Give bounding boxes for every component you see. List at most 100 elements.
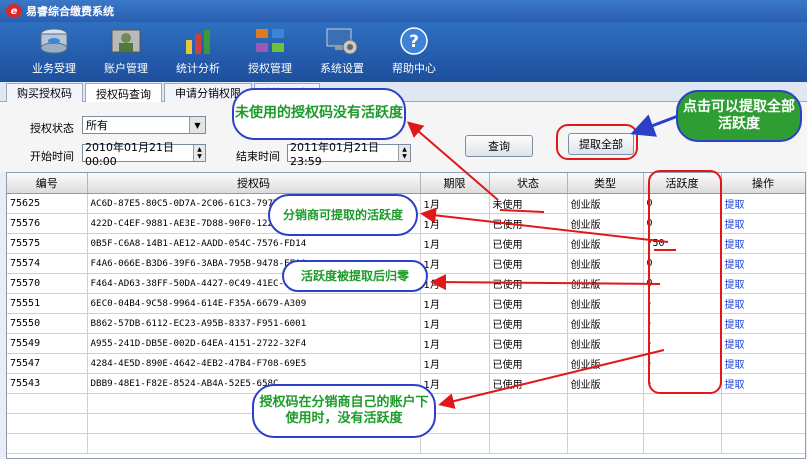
- cell-code: A955-241D-DB5E-002D-64EA-4151-2722-32F4: [87, 333, 421, 354]
- cell-type: 创业版: [567, 313, 644, 334]
- cell-action[interactable]: 提取: [721, 193, 805, 214]
- cell-id: 75547: [7, 353, 88, 374]
- annotation-reset: 活跃度被提取后归零: [282, 260, 428, 292]
- empty-cell: [721, 393, 805, 414]
- cell-term: 1月: [420, 193, 490, 214]
- empty-cell: [643, 433, 722, 454]
- toolbar-statistics-button[interactable]: 统计分析: [162, 22, 234, 82]
- cell-term: 1月: [420, 233, 490, 254]
- cell-code: 6EC0-04B4-9C58-9964-614E-F35A-6679-A309: [87, 293, 421, 314]
- end-time-value: 2011年01月21日 23:59: [290, 140, 379, 168]
- query-button[interactable]: 查询: [465, 135, 533, 157]
- toolbar-settings-button[interactable]: 系统设置: [306, 22, 378, 82]
- cell-code: 0B5F-C6A8-14B1-AE12-AADD-054C-7576-FD14: [87, 233, 421, 254]
- cell-action[interactable]: 提取: [721, 233, 805, 254]
- toolbar-business-button[interactable]: 业务受理: [18, 22, 90, 82]
- status-label: 授权状态: [30, 122, 74, 135]
- cell-id: 75575: [7, 233, 88, 254]
- cell-term: 1月: [420, 273, 490, 294]
- cell-id: 75625: [7, 193, 88, 214]
- activity-column-highlight: [648, 170, 722, 394]
- cell-status: 已使用: [489, 233, 568, 254]
- cell-id: 75574: [7, 253, 88, 274]
- cell-action[interactable]: 提取: [721, 273, 805, 294]
- empty-cell: [643, 413, 722, 434]
- toolbar-label: 业务受理: [32, 62, 76, 75]
- cell-type: 创业版: [567, 373, 644, 394]
- app-logo-icon: e: [6, 4, 22, 18]
- cell-term: 1月: [420, 373, 490, 394]
- spinner-icon[interactable]: ▲ ▼: [193, 145, 205, 161]
- status-select[interactable]: 所有 ▼: [82, 116, 206, 134]
- cell-status: 已使用: [489, 213, 568, 234]
- empty-cell: [567, 433, 644, 454]
- cell-term: 1月: [420, 313, 490, 334]
- user-account-icon: [111, 29, 141, 53]
- cell-status: 已使用: [489, 333, 568, 354]
- cell-type: 创业版: [567, 353, 644, 374]
- cell-action[interactable]: 提取: [721, 353, 805, 374]
- spinner-icon[interactable]: ▲ ▼: [398, 145, 410, 161]
- annotation-extract-all: 点击可以提取全部活跃度: [676, 90, 802, 142]
- chevron-down-icon[interactable]: ▼: [189, 117, 205, 133]
- column-header-type[interactable]: 类型: [567, 173, 644, 194]
- cell-action[interactable]: 提取: [721, 373, 805, 394]
- cell-action[interactable]: 提取: [721, 333, 805, 354]
- column-header-code[interactable]: 授权码: [87, 173, 421, 194]
- cell-type: 创业版: [567, 293, 644, 314]
- toolbar-account-button[interactable]: 账户管理: [90, 22, 162, 82]
- chart-icon: [186, 30, 210, 54]
- cell-id: 75550: [7, 313, 88, 334]
- cell-action[interactable]: 提取: [721, 213, 805, 234]
- cell-action[interactable]: 提取: [721, 313, 805, 334]
- empty-cell: [7, 433, 88, 454]
- start-time-picker[interactable]: 2010年01月21日 00:00 ▲ ▼: [82, 141, 206, 168]
- status-select-value: 所有: [86, 119, 108, 132]
- empty-cell: [489, 433, 568, 454]
- cell-id: 75570: [7, 273, 88, 294]
- cell-term: 1月: [420, 213, 490, 234]
- cell-action[interactable]: 提取: [721, 253, 805, 274]
- tab-code-query[interactable]: 授权码查询: [85, 83, 162, 103]
- toolbar-label: 账户管理: [104, 62, 148, 75]
- svg-text:?: ?: [409, 32, 419, 52]
- cell-type: 创业版: [567, 213, 644, 234]
- cell-status: 已使用: [489, 273, 568, 294]
- column-header-action[interactable]: 操作: [721, 173, 805, 194]
- cell-action[interactable]: 提取: [721, 293, 805, 314]
- title-bar: e 易睿综合缴费系统: [0, 0, 807, 22]
- column-header-id[interactable]: 编号: [7, 173, 88, 194]
- cell-code: 4284-4E5D-890E-4642-4EB2-47B4-F708-69E5: [87, 353, 421, 374]
- cell-term: 1月: [420, 353, 490, 374]
- tab-buy-code[interactable]: 购买授权码: [6, 83, 83, 102]
- authorize-icon: [256, 29, 284, 52]
- empty-cell: [567, 393, 644, 414]
- annotation-unused: 未使用的授权码没有活跃度: [232, 88, 406, 140]
- cell-term: 1月: [420, 333, 490, 354]
- empty-cell: [643, 393, 722, 414]
- empty-cell: [489, 393, 568, 414]
- cell-type: 创业版: [567, 253, 644, 274]
- cell-type: 创业版: [567, 273, 644, 294]
- toolbar-label: 授权管理: [248, 62, 292, 75]
- toolbar-help-button[interactable]: ? 帮助中心: [378, 22, 450, 82]
- cell-id: 75543: [7, 373, 88, 394]
- empty-cell: [721, 433, 805, 454]
- column-header-term[interactable]: 期限: [420, 173, 490, 194]
- start-time-label: 开始时间: [30, 150, 74, 163]
- cell-type: 创业版: [567, 193, 644, 214]
- cell-status: 已使用: [489, 313, 568, 334]
- empty-cell: [489, 413, 568, 434]
- cell-id: 75549: [7, 333, 88, 354]
- toolbar-authorize-button[interactable]: 授权管理: [234, 22, 306, 82]
- empty-cell: [420, 433, 490, 454]
- cell-term: 1月: [420, 293, 490, 314]
- cell-id: 75551: [7, 293, 88, 314]
- cell-type: 创业版: [567, 333, 644, 354]
- cell-code: B862-57DB-6112-EC23-A95B-8337-F951-6001: [87, 313, 421, 334]
- column-header-status[interactable]: 状态: [489, 173, 568, 194]
- cell-status: 已使用: [489, 253, 568, 274]
- cell-status: 已使用: [489, 293, 568, 314]
- cell-term: 1月: [420, 253, 490, 274]
- end-time-picker[interactable]: 2011年01月21日 23:59 ▲ ▼: [287, 141, 411, 168]
